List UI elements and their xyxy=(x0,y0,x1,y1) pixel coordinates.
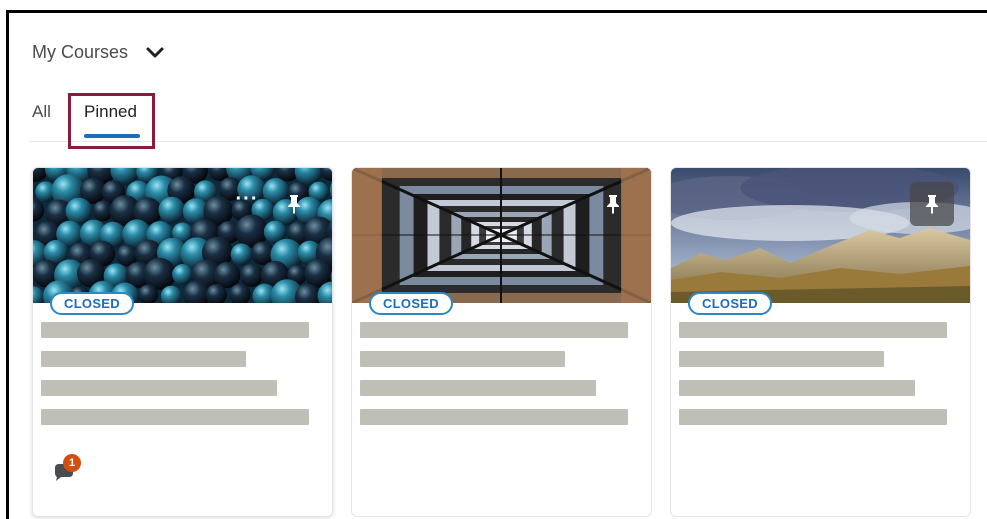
course-card[interactable]: ··· CLOSED 1 xyxy=(32,167,333,517)
course-info-placeholder xyxy=(679,380,915,396)
course-tabs: All Pinned xyxy=(30,96,987,142)
pin-icon[interactable] xyxy=(591,182,635,226)
course-card[interactable]: CLOSED xyxy=(670,167,971,517)
frame-border-top xyxy=(6,10,987,13)
course-title-placeholder xyxy=(679,322,947,338)
my-courses-header[interactable]: My Courses xyxy=(32,38,164,66)
status-badge: CLOSED xyxy=(50,292,134,315)
course-info-placeholder xyxy=(41,409,309,425)
discussion-notification[interactable]: 1 xyxy=(51,454,83,488)
status-badge: CLOSED xyxy=(369,292,453,315)
notification-count-badge: 1 xyxy=(63,454,81,472)
chevron-down-icon[interactable] xyxy=(146,46,164,58)
pin-icon[interactable] xyxy=(272,182,316,226)
more-options-icon[interactable]: ··· xyxy=(232,184,262,214)
course-card[interactable]: CLOSED xyxy=(351,167,652,517)
course-title-placeholder xyxy=(41,322,309,338)
course-title-placeholder xyxy=(360,322,628,338)
course-title-placeholder xyxy=(360,351,565,367)
frame-border-left xyxy=(6,10,9,519)
tab-all[interactable]: All xyxy=(32,102,51,122)
pin-icon[interactable] xyxy=(910,182,954,226)
course-title-placeholder xyxy=(679,351,884,367)
pinned-tab-highlight xyxy=(68,93,155,149)
course-info-placeholder xyxy=(679,409,947,425)
course-info-placeholder xyxy=(41,380,277,396)
course-title-placeholder xyxy=(41,351,246,367)
course-info-placeholder xyxy=(360,409,628,425)
my-courses-title: My Courses xyxy=(32,41,129,62)
course-info-placeholder xyxy=(360,380,596,396)
status-badge: CLOSED xyxy=(688,292,772,315)
